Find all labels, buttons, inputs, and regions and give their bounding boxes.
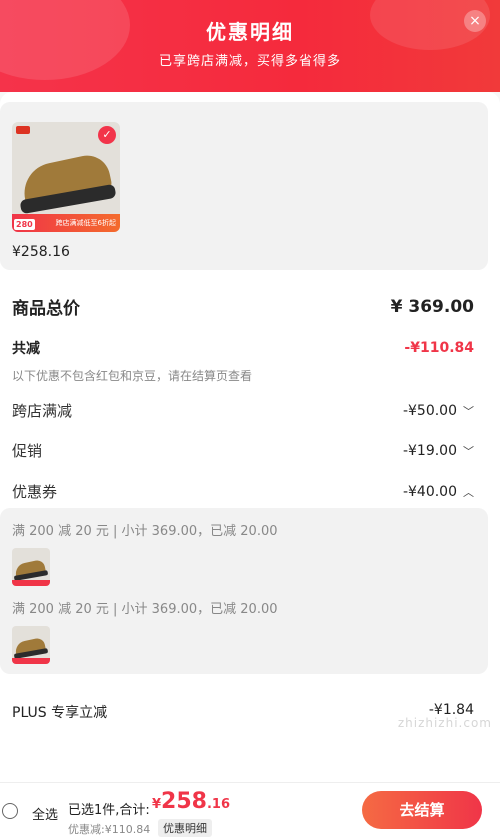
coupon-product-thumbnail — [12, 626, 50, 664]
discount-item-value: -¥50.00 — [402, 402, 457, 419]
promo-bar: 280 跨店满减低至6折起 — [12, 214, 120, 232]
discount-item-label: 促销 — [12, 442, 43, 460]
checkout-bar: 全选 已选1件,合计: ¥258.16 优惠减:¥110.84 优惠明细 去结算 — [0, 782, 500, 838]
discount-detail-toggle[interactable]: 优惠明细 — [158, 819, 212, 837]
discount-item-promotion[interactable]: 促销 -¥19.00 ﹀ — [12, 440, 474, 461]
check-icon[interactable]: ✓ — [98, 126, 116, 144]
chevron-down-icon[interactable]: ﹀ — [463, 443, 474, 459]
checkout-button[interactable]: 去结算 — [362, 791, 482, 829]
page-subtitle: 已享跨店满减，买得多省得多 — [158, 54, 341, 69]
saved-amount: 优惠减:¥110.84 — [68, 823, 151, 836]
discount-item-value: -¥40.00 — [402, 483, 457, 500]
select-all-radio[interactable] — [2, 803, 18, 819]
total-value: ¥ 369.00 — [390, 296, 474, 317]
price-badge: 280 — [14, 219, 35, 230]
chevron-up-icon[interactable]: ︿ — [463, 484, 474, 500]
product-price: ¥258.16 — [12, 244, 70, 260]
selected-count: 已选1件,合计: — [68, 803, 150, 818]
discount-item-coupon[interactable]: 优惠券 -¥40.00 ︿ — [12, 481, 474, 502]
watermark: zhizhizhi.com — [397, 716, 492, 730]
discount-item-cross-store[interactable]: 跨店满减 -¥50.00 ﹀ — [12, 400, 474, 421]
coupon-list: 满 200 减 20 元 | 小计 369.00，已减 20.00 满 200 … — [0, 508, 488, 674]
coupon-product-thumbnail — [12, 548, 50, 586]
discount-item-label: 优惠券 — [12, 483, 58, 501]
close-icon[interactable]: × — [464, 10, 486, 32]
chevron-down-icon[interactable]: ﹀ — [463, 403, 474, 419]
discount-item-label: 跨店满减 — [12, 402, 73, 420]
discount-note: 以下优惠不包含红包和京豆，请在结算页查看 — [12, 369, 253, 383]
promo-text: 跨店满减低至6折起 — [55, 219, 116, 227]
select-all-label[interactable]: 全选 — [32, 804, 58, 823]
total-label: 商品总价 — [12, 299, 80, 319]
goods-card: ✓ 280 跨店满减低至6折起 ¥258.16 — [0, 102, 488, 270]
discount-item-value: -¥19.00 — [402, 442, 457, 459]
discount-row: 共减 -¥110.84 — [12, 338, 474, 358]
brand-logo-icon — [16, 126, 30, 134]
discount-label: 共减 — [12, 341, 40, 357]
plus-label: PLUS 专享立减 — [12, 705, 108, 721]
product-thumbnail[interactable]: ✓ 280 跨店满减低至6折起 — [12, 122, 120, 232]
total-row: 商品总价 ¥ 369.00 — [12, 294, 474, 320]
discount-value: -¥110.84 — [404, 340, 474, 356]
coupon-rule: 满 200 减 20 元 | 小计 369.00，已减 20.00 — [12, 524, 278, 539]
total-amount: ¥258.16 — [152, 789, 231, 814]
page-title: 优惠明细 — [206, 20, 294, 44]
coupon-rule: 满 200 减 20 元 | 小计 369.00，已减 20.00 — [12, 602, 278, 617]
header: 优惠明细 已享跨店满减，买得多省得多 × — [0, 0, 500, 92]
